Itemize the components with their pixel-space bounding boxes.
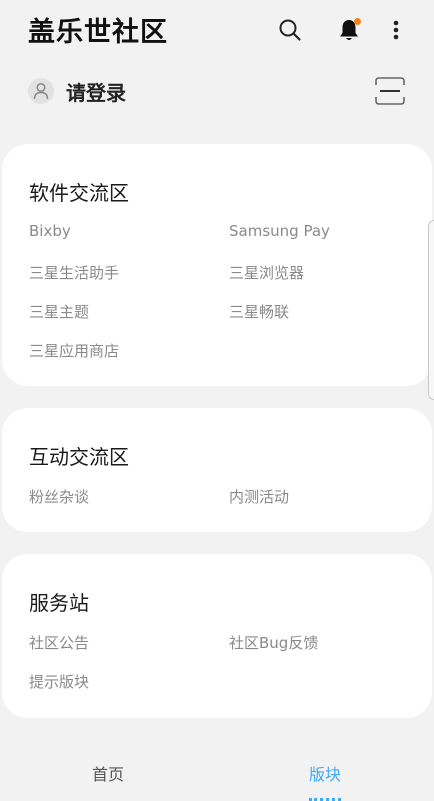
scan-icon xyxy=(375,77,405,105)
board-link-browser[interactable]: 三星浏览器 xyxy=(229,262,304,283)
section-title: 服务站 xyxy=(29,591,89,615)
board-link-life-assistant[interactable]: 三星生活助手 xyxy=(29,262,119,283)
section-title: 互动交流区 xyxy=(29,445,129,469)
board-link-connect[interactable]: 三星畅联 xyxy=(229,301,289,322)
search-button[interactable] xyxy=(276,16,304,44)
user-icon xyxy=(33,82,49,100)
bottom-navigation: 首页 版块 xyxy=(0,745,434,801)
board-link-samsung-pay[interactable]: Samsung Pay xyxy=(229,222,330,240)
app-header: 盖乐世社区 xyxy=(0,0,434,60)
board-link-app-store[interactable]: 三星应用商店 xyxy=(29,340,119,361)
section-card-service: 服务站 社区公告 社区Bug反馈 提示版块 xyxy=(2,554,432,718)
login-row[interactable]: 请登录 xyxy=(28,74,126,108)
board-link-tips[interactable]: 提示版块 xyxy=(29,671,89,692)
board-link-announcements[interactable]: 社区公告 xyxy=(29,632,89,653)
app-title: 盖乐世社区 xyxy=(28,17,168,48)
board-link-themes[interactable]: 三星主题 xyxy=(29,301,89,322)
more-vertical-icon xyxy=(393,20,399,40)
board-link-bug-feedback[interactable]: 社区Bug反馈 xyxy=(229,632,318,653)
avatar xyxy=(28,78,54,104)
board-link-fan-chat[interactable]: 粉丝杂谈 xyxy=(29,486,89,507)
nav-tab-boards[interactable]: 版块 xyxy=(309,761,342,801)
section-card-software: 软件交流区 Bixby Samsung Pay 三星生活助手 三星浏览器 三星主… xyxy=(2,144,432,386)
scan-button[interactable] xyxy=(374,76,406,106)
search-icon xyxy=(279,19,301,41)
board-link-bixby[interactable]: Bixby xyxy=(29,222,71,240)
notification-dot xyxy=(354,18,361,25)
nav-tab-home[interactable]: 首页 xyxy=(92,761,124,785)
scrollbar[interactable] xyxy=(428,220,434,400)
more-menu-button[interactable] xyxy=(382,16,410,44)
section-card-interaction: 互动交流区 粉丝杂谈 内测活动 xyxy=(2,408,432,532)
login-link[interactable]: 请登录 xyxy=(66,77,126,106)
section-title: 软件交流区 xyxy=(29,181,129,205)
notification-button[interactable] xyxy=(335,16,363,44)
nav-tab-boards-label: 版块 xyxy=(309,765,342,784)
board-link-beta-events[interactable]: 内测活动 xyxy=(229,486,289,507)
